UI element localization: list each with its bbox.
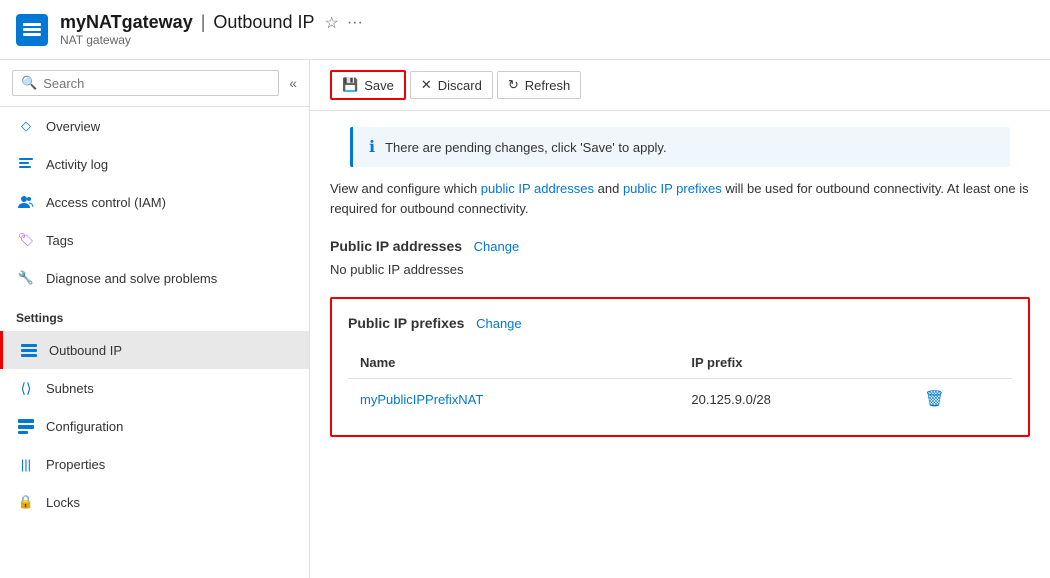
title-separator: | (201, 12, 206, 33)
sidebar-label-iam: Access control (IAM) (46, 195, 166, 210)
sidebar-label-subnets: Subnets (46, 381, 94, 396)
sidebar-label-overview: Overview (46, 119, 100, 134)
page-header: myNATgateway | Outbound IP ☆ ··· NAT gat… (0, 0, 1050, 60)
ip-prefixes-section-title: Public IP prefixes (348, 315, 464, 331)
title-group: myNATgateway | Outbound IP ☆ ··· NAT gat… (60, 12, 363, 47)
properties-icon: ||| (16, 454, 36, 474)
collapse-button[interactable]: « (289, 75, 297, 91)
sidebar-item-iam[interactable]: Access control (IAM) (0, 183, 309, 221)
ip-prefixes-table: Name IP prefix myPublicIPPrefixNAT 20.12… (348, 347, 1012, 419)
outbound-ip-icon (19, 340, 39, 360)
refresh-label: Refresh (525, 78, 571, 93)
save-icon: 💾 (342, 77, 358, 93)
sidebar-label-locks: Locks (46, 495, 80, 510)
settings-section-header: Settings (0, 297, 309, 331)
refresh-icon: ↻ (508, 77, 519, 93)
sidebar-item-configuration[interactable]: Configuration (0, 407, 309, 445)
sidebar: 🔍 « ◇ Overview Activity log Access contr… (0, 60, 310, 578)
discard-button[interactable]: ✕ Discard (410, 71, 493, 99)
sidebar-label-tags: Tags (46, 233, 73, 248)
sidebar-item-locks[interactable]: 🔒 Locks (0, 483, 309, 521)
activity-log-icon (16, 154, 36, 174)
configuration-icon (16, 416, 36, 436)
search-container: 🔍 « (0, 60, 309, 107)
table-row: myPublicIPPrefixNAT 20.125.9.0/28 🗑 (348, 379, 1012, 420)
ip-prefixes-change-link[interactable]: Change (476, 316, 522, 331)
search-icon: 🔍 (21, 75, 37, 91)
sidebar-item-subnets[interactable]: ⟨⟩ Subnets (0, 369, 309, 407)
delete-icon[interactable]: 🗑 (924, 391, 944, 408)
sidebar-item-outbound-ip[interactable]: Outbound IP (0, 331, 309, 369)
sidebar-label-configuration: Configuration (46, 419, 123, 434)
sidebar-item-properties[interactable]: ||| Properties (0, 445, 309, 483)
locks-icon: 🔒 (16, 492, 36, 512)
col-actions (912, 347, 1012, 379)
content-area: 💾 Save ✕ Discard ↻ Refresh ℹ There are p… (310, 60, 1050, 578)
resource-name: myNATgateway (60, 12, 193, 33)
resource-icon (16, 14, 48, 46)
prefix-name-link[interactable]: myPublicIPPrefixNAT (360, 392, 483, 407)
sidebar-item-overview[interactable]: ◇ Overview (0, 107, 309, 145)
toolbar: 💾 Save ✕ Discard ↻ Refresh (310, 60, 1050, 111)
main-layout: 🔍 « ◇ Overview Activity log Access contr… (0, 60, 1050, 578)
sidebar-label-properties: Properties (46, 457, 105, 472)
public-ip-section: Public IP addresses Change No public IP … (330, 238, 1030, 277)
page-title: Outbound IP (213, 12, 314, 33)
public-ip-prefix-link[interactable]: public IP prefixes (623, 181, 722, 196)
sidebar-label-diagnose: Diagnose and solve problems (46, 271, 217, 286)
content-body: ℹ There are pending changes, click 'Save… (310, 111, 1050, 578)
sidebar-item-activity-log[interactable]: Activity log (0, 145, 309, 183)
save-label: Save (364, 78, 394, 93)
tags-icon: 🏷 (16, 230, 36, 250)
discard-label: Discard (438, 78, 482, 93)
row-delete[interactable]: 🗑 (912, 379, 1012, 420)
public-ip-section-title: Public IP addresses (330, 238, 462, 254)
info-banner: ℹ There are pending changes, click 'Save… (350, 127, 1010, 167)
row-prefix: 20.125.9.0/28 (679, 379, 912, 420)
favorite-star[interactable]: ☆ (324, 13, 338, 33)
refresh-button[interactable]: ↻ Refresh (497, 71, 581, 99)
public-ip-change-link[interactable]: Change (474, 239, 520, 254)
sidebar-item-diagnose[interactable]: 🔧 Diagnose and solve problems (0, 259, 309, 297)
overview-icon: ◇ (16, 116, 36, 136)
public-ip-prefixes-section: Public IP prefixes Change Name IP prefix (330, 297, 1030, 437)
info-message: There are pending changes, click 'Save' … (385, 140, 667, 155)
public-ip-link[interactable]: public IP addresses (481, 181, 594, 196)
diagnose-icon: 🔧 (16, 268, 36, 288)
resource-type: NAT gateway (60, 33, 363, 47)
save-button[interactable]: 💾 Save (330, 70, 406, 100)
sidebar-label-outbound-ip: Outbound IP (49, 343, 122, 358)
search-input[interactable] (43, 76, 270, 91)
no-public-ip-text: No public IP addresses (330, 262, 1030, 277)
description-text: View and configure which public IP addre… (330, 179, 1030, 218)
col-name: Name (348, 347, 679, 379)
info-icon: ℹ (369, 137, 375, 157)
sidebar-label-activity-log: Activity log (46, 157, 108, 172)
search-box[interactable]: 🔍 (12, 70, 279, 96)
more-options-icon[interactable]: ··· (347, 14, 363, 32)
discard-icon: ✕ (421, 77, 432, 93)
iam-icon (16, 192, 36, 212)
row-name: myPublicIPPrefixNAT (348, 379, 679, 420)
col-prefix: IP prefix (679, 347, 912, 379)
subnets-icon: ⟨⟩ (16, 378, 36, 398)
sidebar-item-tags[interactable]: 🏷 Tags (0, 221, 309, 259)
